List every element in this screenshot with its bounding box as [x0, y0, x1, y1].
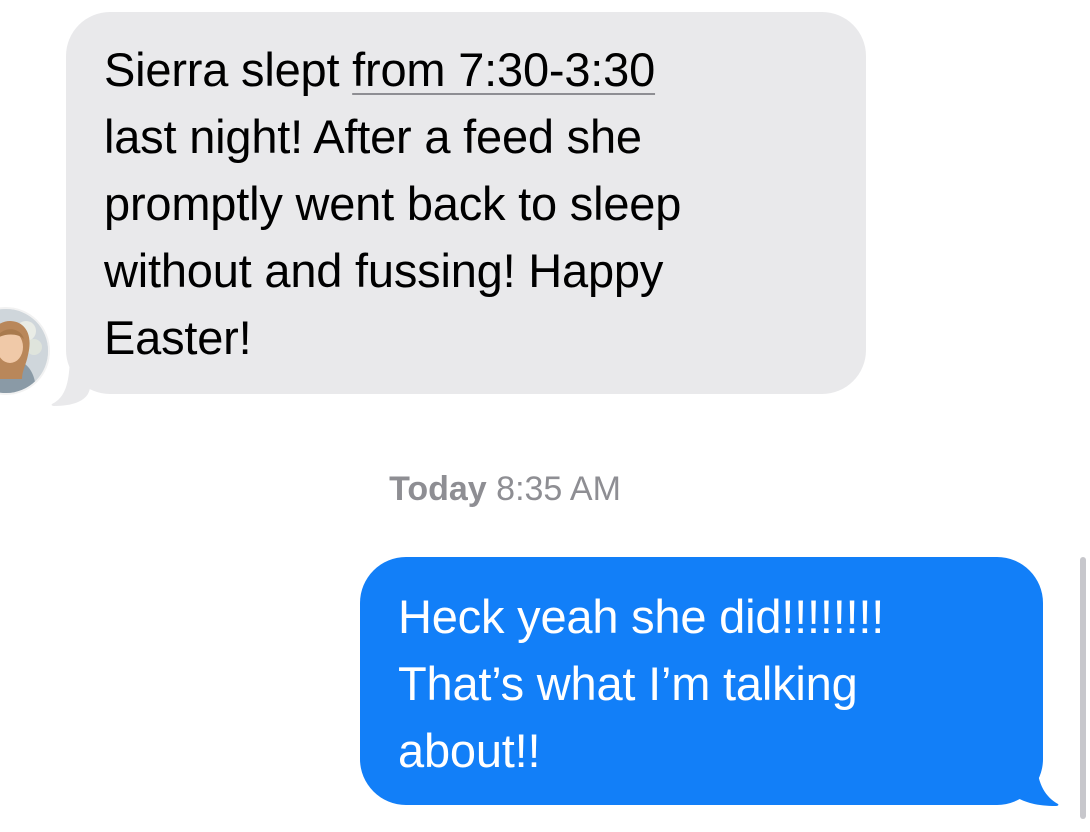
incoming-message-line: without and fussing! Happy — [104, 244, 664, 297]
timestamp-time: 8:35 AM — [496, 470, 621, 508]
outgoing-message-line: That’s what I’m talking — [398, 657, 858, 710]
message-timestamp: Today 8:35 AM — [0, 470, 1010, 509]
avatar-photo-icon — [0, 309, 48, 393]
incoming-message-row: Sierra slept from 7:30-3:30 last night! … — [0, 12, 880, 406]
outgoing-message-line: about!! — [398, 724, 541, 777]
incoming-message-line: promptly went back to sleep — [104, 177, 682, 230]
incoming-message-text: Sierra slept — [104, 43, 353, 96]
incoming-message-bubble[interactable]: Sierra slept from 7:30-3:30 last night! … — [66, 12, 866, 394]
outgoing-message-bubble[interactable]: Heck yeah she did!!!!!!!! That’s what I’… — [360, 557, 1043, 805]
contact-avatar[interactable] — [0, 307, 50, 395]
incoming-message-line: last night! After a feed she — [104, 110, 642, 163]
incoming-message-line: Sierra slept from 7:30-3:30 — [104, 36, 836, 103]
incoming-message-line: Easter! — [104, 311, 252, 364]
timestamp-day: Today — [389, 470, 487, 508]
scroll-indicator[interactable] — [1080, 557, 1086, 819]
message-thread: Sierra slept from 7:30-3:30 last night! … — [0, 0, 1090, 832]
outgoing-message-line: Heck yeah she did!!!!!!!! — [398, 590, 885, 643]
detected-time-link[interactable]: from 7:30-3:30 — [352, 43, 655, 96]
